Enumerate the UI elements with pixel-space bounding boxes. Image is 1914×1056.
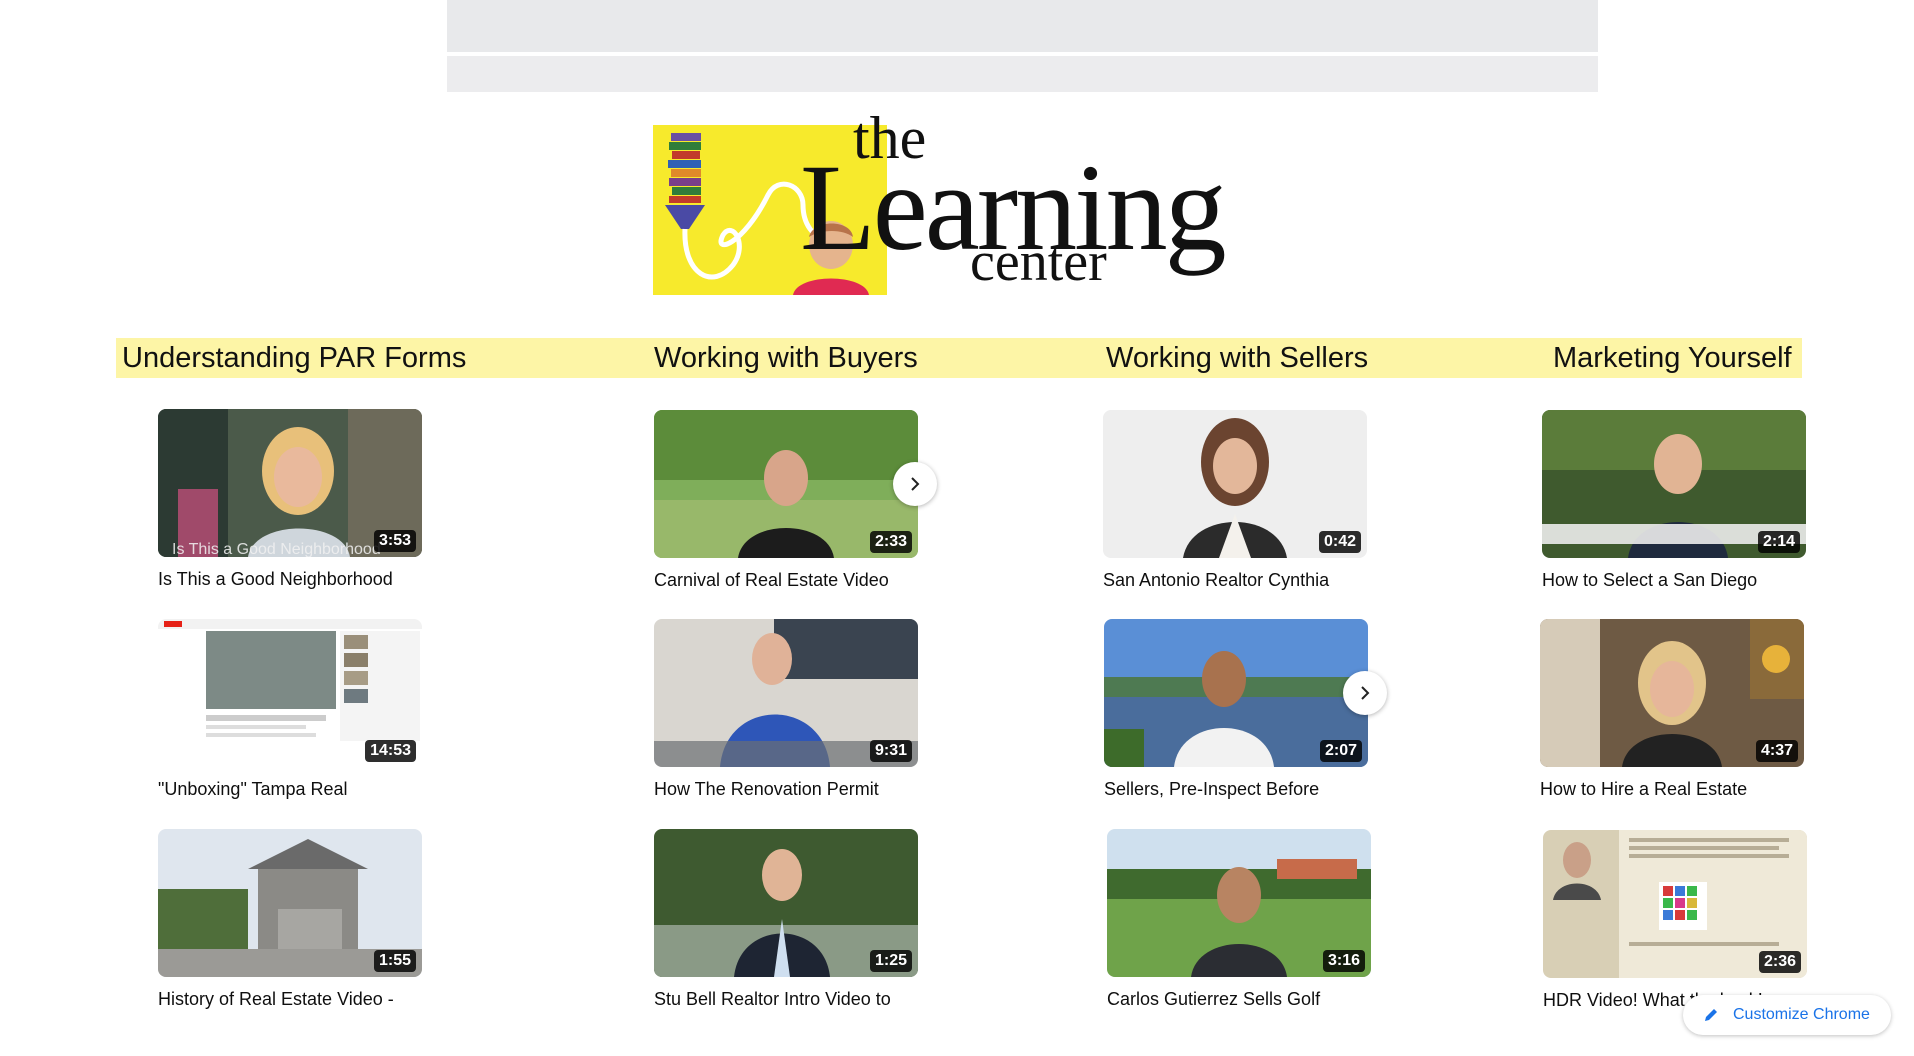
video-thumbnail[interactable]: 9:31 (654, 619, 918, 767)
category-heading-marketing: Marketing Yourself (1553, 342, 1792, 374)
video-title[interactable]: How to Select a San Diego (1542, 570, 1806, 591)
video-thumbnail[interactable]: 14:53 (158, 619, 422, 767)
video-thumbnail[interactable]: Is This a Good Neighborhood 3:53 (158, 409, 422, 557)
video-card[interactable]: 2:14 How to Select a San Diego (1542, 410, 1806, 591)
video-card[interactable]: 2:36 HDR Video! What the heck! (1543, 830, 1807, 1011)
video-card[interactable]: 3:16 Carlos Gutierrez Sells Golf (1107, 829, 1371, 1010)
video-duration: 9:31 (869, 740, 912, 762)
video-title[interactable]: Carnival of Real Estate Video (654, 570, 918, 591)
video-title[interactable]: How to Hire a Real Estate (1540, 779, 1804, 800)
video-thumbnail[interactable]: 1:25 (654, 829, 918, 977)
video-title[interactable]: Sellers, Pre-Inspect Before (1104, 779, 1368, 800)
logo-text-center: center (970, 231, 1107, 293)
video-card[interactable]: 1:25 Stu Bell Realtor Intro Video to (654, 829, 918, 1010)
video-title[interactable]: Carlos Gutierrez Sells Golf (1107, 989, 1371, 1010)
video-thumbnail[interactable]: 0:42 (1103, 410, 1367, 558)
video-thumbnail[interactable]: 2:33 (654, 410, 918, 558)
category-heading-buyers: Working with Buyers (654, 342, 918, 374)
customize-chrome-label: Customize Chrome (1733, 1006, 1870, 1023)
video-caption-overlay: Is This a Good Neighborhood (172, 541, 381, 557)
video-card[interactable]: 1:55 History of Real Estate Video - (158, 829, 422, 1010)
video-title[interactable]: "Unboxing" Tampa Real (158, 779, 422, 800)
video-card[interactable]: Is This a Good Neighborhood 3:53 Is This… (158, 409, 422, 590)
second-banner-placeholder (447, 56, 1598, 92)
video-card[interactable]: 0:42 San Antonio Realtor Cynthia (1103, 410, 1367, 591)
video-thumbnail[interactable]: 3:16 (1107, 829, 1371, 977)
chevron-right-icon (1361, 686, 1370, 700)
video-duration: 2:14 (1757, 531, 1800, 553)
video-title[interactable]: San Antonio Realtor Cynthia (1103, 570, 1367, 591)
video-duration: 2:07 (1319, 740, 1362, 762)
video-title[interactable]: How The Renovation Permit (654, 779, 918, 800)
video-thumbnail[interactable]: 2:14 (1542, 410, 1806, 558)
video-thumbnail[interactable]: 4:37 (1540, 619, 1804, 767)
video-duration: 1:25 (869, 950, 912, 972)
video-card[interactable]: 9:31 How The Renovation Permit (654, 619, 918, 800)
video-duration: 2:33 (869, 531, 912, 553)
video-thumbnail[interactable]: 1:55 (158, 829, 422, 977)
customize-chrome-button[interactable]: Customize Chrome (1683, 995, 1891, 1035)
learning-center-logo: the Learning center (653, 108, 1227, 296)
chevron-right-icon (911, 477, 920, 491)
video-title[interactable]: History of Real Estate Video - (158, 989, 422, 1010)
video-title[interactable]: Stu Bell Realtor Intro Video to (654, 989, 918, 1010)
video-duration: 3:16 (1322, 950, 1365, 972)
carousel-next-button[interactable] (1343, 671, 1387, 715)
video-card[interactable]: 2:07 Sellers, Pre-Inspect Before (1104, 619, 1368, 800)
video-title[interactable]: Is This a Good Neighborhood (158, 569, 422, 590)
top-banner-placeholder (447, 0, 1598, 52)
video-card[interactable]: 4:37 How to Hire a Real Estate (1540, 619, 1804, 800)
video-thumbnail[interactable]: 2:07 (1104, 619, 1368, 767)
video-card[interactable]: 14:53 "Unboxing" Tampa Real (158, 619, 422, 800)
video-duration: 0:42 (1318, 531, 1361, 553)
video-duration: 3:53 (373, 530, 416, 552)
carousel-next-button[interactable] (893, 462, 937, 506)
video-card[interactable]: 2:33 Carnival of Real Estate Video (654, 410, 918, 591)
video-duration: 1:55 (373, 950, 416, 972)
video-duration: 4:37 (1755, 740, 1798, 762)
category-heading-sellers: Working with Sellers (1106, 342, 1369, 374)
video-duration: 14:53 (365, 740, 416, 762)
category-heading-par-forms: Understanding PAR Forms (122, 342, 467, 374)
pencil-icon (1703, 1007, 1723, 1023)
video-duration: 2:36 (1758, 951, 1801, 973)
video-thumbnail[interactable]: 2:36 (1543, 830, 1807, 978)
